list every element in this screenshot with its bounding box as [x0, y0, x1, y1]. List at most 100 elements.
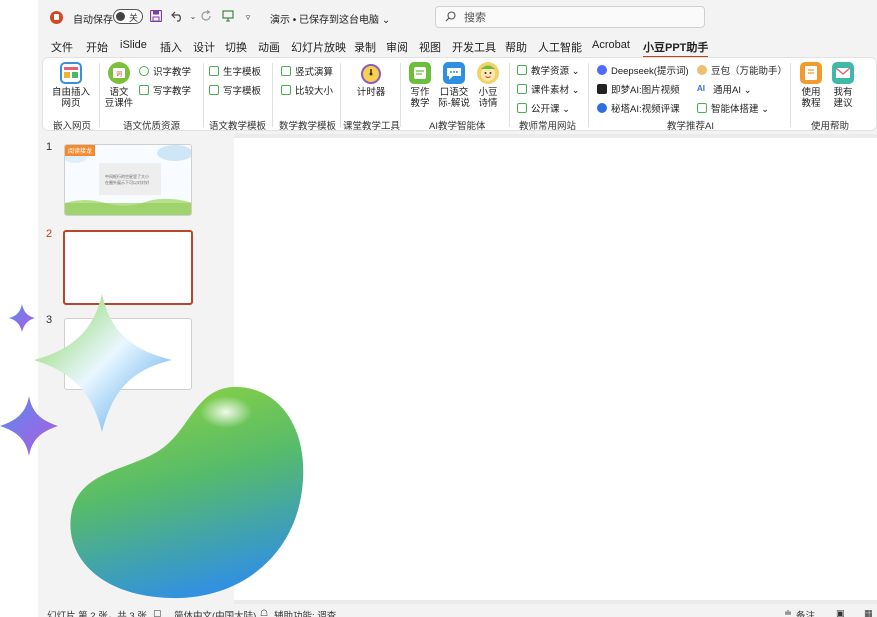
- save-icon[interactable]: [149, 9, 163, 24]
- oral-agent-label-1: 口语交: [439, 87, 469, 98]
- redo-icon[interactable]: [199, 10, 213, 24]
- accessibility-icon[interactable]: ☖: [260, 608, 268, 617]
- slide-edit-area: [234, 134, 877, 604]
- tutorial-label-2: 教程: [801, 98, 821, 109]
- notes-icon[interactable]: ≐: [784, 608, 792, 617]
- autosave-state: 关: [129, 13, 139, 23]
- group-separator: [509, 63, 510, 127]
- compare-size-button[interactable]: 比较大小: [281, 83, 333, 97]
- presentation-icon[interactable]: [221, 10, 235, 24]
- current-slide-canvas[interactable]: [234, 138, 877, 600]
- courseware-material-label: 课件素材 ⌄: [531, 85, 580, 96]
- writing-teaching-button[interactable]: 写字教学: [139, 83, 191, 97]
- writing-teaching-agent-button[interactable]: 写作 教学: [405, 62, 435, 109]
- tab-xiaodou-ppt[interactable]: 小豆PPT助手: [643, 39, 709, 58]
- customize-toolbar-icon[interactable]: ▿: [241, 10, 255, 24]
- tab-file[interactable]: 文件: [51, 39, 73, 55]
- teaching-resources-dropdown[interactable]: 教学资源 ⌄: [517, 63, 580, 77]
- timer-label: 计时器: [356, 87, 386, 98]
- chinese-courseware-button[interactable]: 词 语文 豆课件: [103, 62, 135, 109]
- thumb-number: 2: [46, 228, 53, 240]
- group-label-ai-recommend: 教学推荐AI: [667, 121, 714, 132]
- document-title[interactable]: 演示 • 已保存到这台电脑 ⌄: [270, 11, 390, 26]
- group-label-class-tools: 课堂教学工具: [343, 121, 401, 132]
- slide-1-text-2: 在圈外展示下可以对对对: [105, 180, 149, 185]
- tab-help[interactable]: 帮助: [505, 39, 527, 55]
- writing-template-button[interactable]: 写字模板: [209, 83, 261, 97]
- writing-agent-icon: [409, 62, 431, 84]
- search-input[interactable]: [464, 10, 684, 25]
- spellcheck-icon[interactable]: ▢: [153, 608, 162, 617]
- group-separator: [588, 63, 589, 127]
- poem-agent-label-1: 小豆: [478, 87, 498, 98]
- tab-islide[interactable]: iSlide: [120, 39, 147, 51]
- insert-webpage-label-2: 网页: [61, 98, 81, 109]
- suggestion-button[interactable]: 我有 建议: [829, 62, 857, 109]
- deepseek-icon: [597, 65, 607, 75]
- general-ai-label: 通用AI ⌄: [713, 85, 752, 96]
- tab-review[interactable]: 审阅: [386, 39, 408, 55]
- open-class-dropdown[interactable]: 公开课 ⌄: [517, 101, 570, 115]
- timer-icon: [360, 62, 382, 84]
- tab-record[interactable]: 录制: [354, 39, 376, 55]
- oral-communication-agent-button[interactable]: 口语交 际-解说: [437, 62, 471, 109]
- compare-icon: [281, 85, 291, 95]
- tab-animations[interactable]: 动画: [258, 39, 280, 55]
- slide-thumbnail-3[interactable]: [64, 318, 192, 390]
- tutorial-button[interactable]: 使用 教程: [797, 62, 825, 109]
- toggle-knob: [116, 12, 125, 21]
- undo-dropdown-icon[interactable]: ⌄: [186, 10, 200, 24]
- jimeng-icon: [597, 84, 607, 94]
- slide-thumbnail-1[interactable]: 阅读接龙 中间框行的空星里了大小 在圈外展示下可以对对对: [64, 144, 192, 216]
- tab-insert[interactable]: 插入: [160, 39, 182, 55]
- group-label-math-template: 数学教学模板: [279, 121, 337, 132]
- timer-button[interactable]: 计时器: [353, 62, 389, 98]
- chinese-courseware-label-1: 语文: [109, 87, 129, 98]
- teaching-resources-label: 教学资源 ⌄: [531, 66, 580, 77]
- template-icon: [209, 85, 219, 95]
- language-indicator[interactable]: 简体中文(中国大陆): [174, 608, 256, 617]
- deepseek-button[interactable]: Deepseek(提示词): [597, 63, 689, 77]
- tab-design[interactable]: 设计: [193, 39, 215, 55]
- courseware-material-dropdown[interactable]: 课件素材 ⌄: [517, 82, 580, 96]
- tab-home[interactable]: 开始: [86, 39, 108, 55]
- vertical-calc-label: 竖式演算: [295, 67, 334, 78]
- accessibility-status[interactable]: 辅助功能: 调查: [274, 608, 336, 617]
- notes-button[interactable]: 备注: [796, 608, 815, 617]
- tab-view[interactable]: 视图: [419, 39, 441, 55]
- tab-slideshow[interactable]: 幻灯片放映: [291, 39, 346, 55]
- normal-view-icon[interactable]: ▣: [836, 608, 845, 617]
- thumb-number: 1: [46, 141, 53, 153]
- vertical-calc-button[interactable]: 竖式演算: [281, 64, 333, 78]
- metaso-icon: [597, 103, 607, 113]
- sparkle-star-small: [9, 304, 35, 332]
- insert-webpage-button[interactable]: 自由插入 网页: [49, 62, 93, 109]
- doubao-button[interactable]: 豆包（万能助手）: [697, 63, 787, 77]
- slide-thumbnail-2[interactable]: [63, 230, 193, 305]
- metaso-button[interactable]: 秘塔AI:视频评课: [597, 101, 680, 115]
- agent-builder-label: 智能体搭建 ⌄: [711, 104, 770, 115]
- group-separator: [790, 63, 791, 127]
- tab-developer[interactable]: 开发工具: [452, 39, 496, 55]
- doubao-icon: [697, 65, 707, 75]
- agent-builder-dropdown[interactable]: 智能体搭建 ⌄: [697, 101, 769, 115]
- autosave-toggle[interactable]: 关: [113, 9, 143, 24]
- tab-ai[interactable]: 人工智能: [538, 39, 582, 55]
- new-character-template-label: 生字模板: [223, 67, 262, 78]
- tab-acrobat[interactable]: Acrobat: [592, 39, 630, 51]
- suggestion-label-1: 我有: [833, 87, 853, 98]
- writing-agent-label-2: 教学: [410, 98, 430, 109]
- search-box[interactable]: [435, 6, 705, 28]
- tab-transitions[interactable]: 切换: [225, 39, 247, 55]
- open-class-icon: [517, 103, 527, 113]
- general-ai-dropdown[interactable]: AI 通用AI ⌄: [697, 82, 752, 96]
- autosave-label: 自动保存: [73, 15, 113, 26]
- undo-icon[interactable]: [171, 10, 185, 24]
- xiaodou-poem-agent-button[interactable]: 小豆 诗情: [473, 62, 503, 109]
- literacy-icon: [139, 66, 149, 76]
- new-character-template-button[interactable]: 生字模板: [209, 64, 261, 78]
- sorter-view-icon[interactable]: ▦: [864, 608, 873, 617]
- jimeng-button[interactable]: 即梦AI:图片视频: [597, 82, 680, 96]
- literacy-teaching-button[interactable]: 识字教学: [139, 64, 191, 78]
- group-label-embed: 嵌入网页: [53, 121, 92, 132]
